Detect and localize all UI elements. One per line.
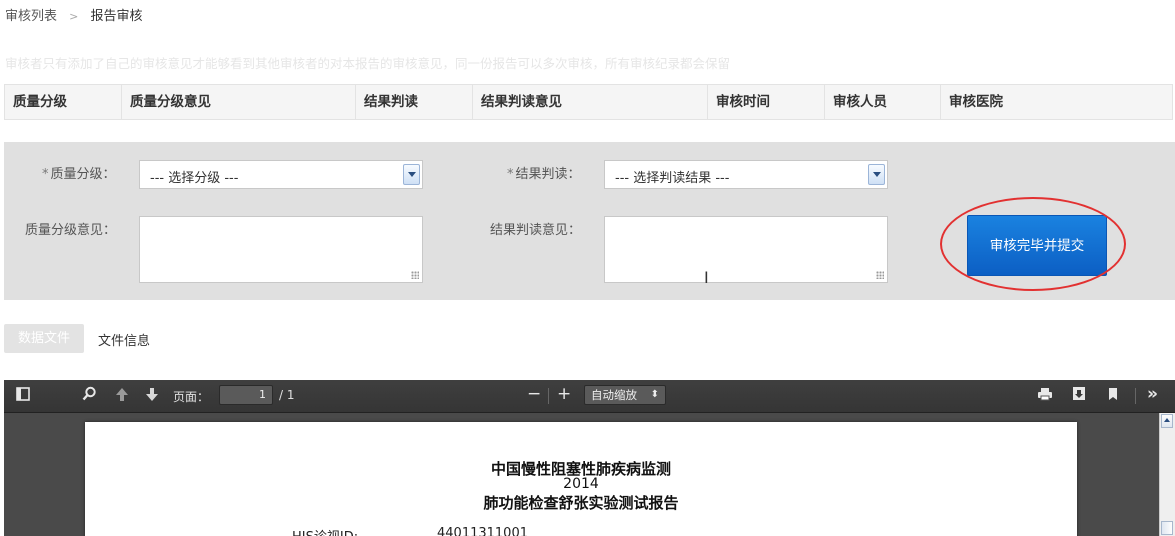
audit-table-header: 质量分级 质量分级意见 结果判读 结果判读意见 审核时间 审核人员 审核医院 — [4, 84, 1173, 120]
pdf-toolbar: 页面： 1 / 1 − + 自动缩放 ⬍ » — [4, 380, 1175, 413]
doc-title-line2: 肺功能检查舒张实验测试报告 — [483, 494, 679, 512]
vertical-scrollbar[interactable] — [1159, 413, 1175, 536]
pdf-viewer: 页面： 1 / 1 − + 自动缩放 ⬍ » 中国慢性阻塞性肺疾病监测 2014… — [4, 380, 1175, 536]
his-id-label: HIS诊视ID: — [292, 526, 358, 536]
text-cursor-icon: I — [704, 268, 709, 287]
required-mark: * — [42, 167, 49, 182]
chevron-down-icon[interactable] — [868, 164, 885, 185]
breadcrumb: 审核列表 > 报告审核 — [5, 5, 143, 24]
zoom-select[interactable]: 自动缩放 ⬍ — [584, 385, 666, 405]
quality-comment-textarea[interactable] — [139, 216, 423, 283]
quality-grade-label: * 质量分级： — [42, 167, 116, 182]
header-auditor: 审核人员 — [824, 85, 940, 119]
tab-file-info[interactable]: 文件信息 — [98, 330, 150, 349]
required-mark: * — [507, 167, 514, 182]
tab-data-file[interactable]: 数据文件 — [4, 324, 84, 353]
bookmark-icon[interactable] — [1108, 387, 1118, 405]
zoom-select-value: 自动缩放 — [591, 388, 637, 402]
scroll-up-icon[interactable] — [1161, 414, 1173, 428]
result-select[interactable]: --- 选择判读结果 --- — [604, 160, 888, 189]
header-result: 结果判读 — [355, 85, 472, 119]
header-audit-time: 审核时间 — [707, 85, 824, 119]
doc-year: 2014 — [563, 476, 599, 492]
chevron-down-icon[interactable] — [403, 164, 420, 185]
print-icon[interactable] — [1037, 387, 1053, 405]
header-quality-comment: 质量分级意见 — [121, 85, 355, 119]
header-hospital: 审核医院 — [940, 85, 1172, 119]
header-quality-grade: 质量分级 — [13, 94, 67, 110]
toolbar-divider — [1135, 388, 1136, 404]
quality-comment-label: 质量分级意见： — [25, 223, 117, 238]
quality-grade-select[interactable]: --- 选择分级 --- — [139, 160, 423, 189]
result-label: * 结果判读： — [507, 167, 581, 182]
resize-grip-icon[interactable] — [876, 271, 884, 279]
result-comment-label: 结果判读意见： — [490, 223, 582, 238]
highlight-ellipse — [940, 197, 1126, 291]
zoom-out-icon[interactable]: − — [527, 384, 541, 404]
breadcrumb-current: 报告审核 — [90, 9, 143, 24]
page-number-input[interactable]: 1 — [219, 385, 273, 405]
scroll-thumb[interactable] — [1161, 521, 1173, 535]
breadcrumb-separator: > — [69, 10, 79, 23]
download-icon[interactable] — [1072, 386, 1086, 405]
next-page-icon[interactable] — [145, 387, 159, 406]
zoom-in-icon[interactable]: + — [557, 384, 571, 404]
quality-grade-select-value: --- 选择分级 --- — [150, 171, 239, 186]
page-label: 页面： — [173, 390, 210, 404]
his-id-value: 44011311001 — [437, 526, 528, 536]
double-chevron-right-icon[interactable]: » — [1147, 384, 1158, 404]
resize-grip-icon[interactable] — [411, 271, 419, 279]
breadcrumb-link-audit-list[interactable]: 审核列表 — [5, 9, 57, 24]
search-icon[interactable] — [82, 386, 97, 405]
page-total: / 1 — [279, 388, 295, 402]
toolbar-divider — [548, 388, 549, 404]
updown-icon: ⬍ — [650, 389, 659, 400]
sidebar-toggle-icon[interactable] — [16, 387, 30, 405]
header-result-comment: 结果判读意见 — [472, 85, 707, 119]
pdf-page: 中国慢性阻塞性肺疾病监测 2014 肺功能检查舒张实验测试报告 HIS诊视ID:… — [85, 422, 1077, 536]
result-comment-textarea[interactable] — [604, 216, 888, 283]
previous-page-icon[interactable] — [115, 387, 129, 406]
audit-notice: 审核者只有添加了自己的审核意见才能够看到其他审核者的对本报告的审核意见，同一份报… — [5, 56, 731, 71]
result-select-value: --- 选择判读结果 --- — [615, 171, 730, 186]
